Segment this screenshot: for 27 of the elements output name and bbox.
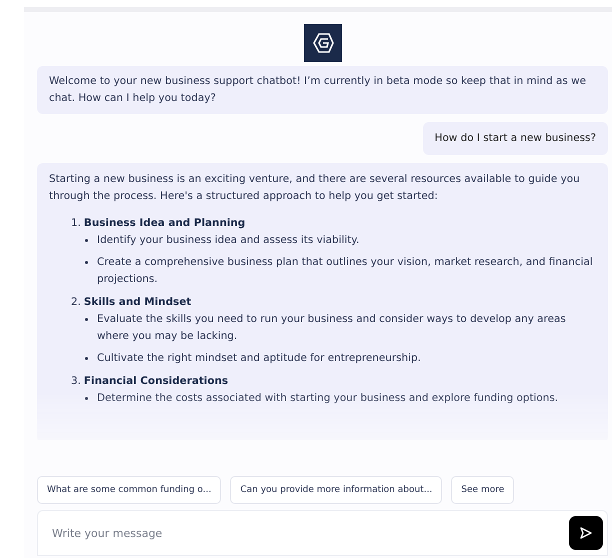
suggestion-chip[interactable]: See more: [451, 476, 514, 504]
bot-message: Welcome to your new business support chatbot! I’m currently in beta mode so keep that in mind as we chat. How can I help you today?: [37, 66, 608, 114]
suggestion-chip[interactable]: What are some common funding o...: [37, 476, 222, 504]
send-button[interactable]: [569, 516, 603, 550]
logo-icon: [304, 24, 342, 62]
list-number: 1.: [71, 216, 81, 231]
user-message: How do I start a new business?: [422, 122, 608, 155]
list-item-text: Identify your business idea and assess its viability.: [97, 233, 360, 248]
list-item-text: Evaluate the skills you need to run your business and consider ways to develop any areas where you may be lacking.: [97, 312, 567, 344]
bullet-icon: [85, 357, 88, 360]
bullet-icon: [85, 261, 88, 264]
list-number: 3.: [71, 374, 81, 389]
bullet-icon: [85, 397, 88, 400]
list-item-text: Create a comprehensive business plan that outlines your vision, market research, and financial projections.: [97, 255, 594, 287]
message-field[interactable]: Write your message: [37, 510, 608, 556]
list-item-text: Determine the costs associated with starting your business and explore funding options.: [97, 391, 558, 406]
section-heading: Business Idea and Planning: [84, 216, 246, 231]
section-heading: Skills and Mindset: [84, 295, 192, 310]
send-icon: [579, 526, 593, 540]
bullet-icon: [85, 239, 88, 242]
bullet-icon: [85, 318, 88, 321]
list-item-text: Cultivate the right mindset and aptitude for entrepreneurship.: [97, 351, 421, 366]
section-heading: Financial Considerations: [84, 374, 228, 389]
list-number: 2.: [71, 295, 81, 310]
answer-intro: Starting a new business is an exciting venture, and there are several resources available to guide you through the process. Here's a structured approach to help you get started:: [49, 172, 581, 204]
suggestion-chip[interactable]: Can you provide more information about...: [230, 476, 442, 504]
message-input[interactable]: Write your message: [50, 526, 569, 540]
